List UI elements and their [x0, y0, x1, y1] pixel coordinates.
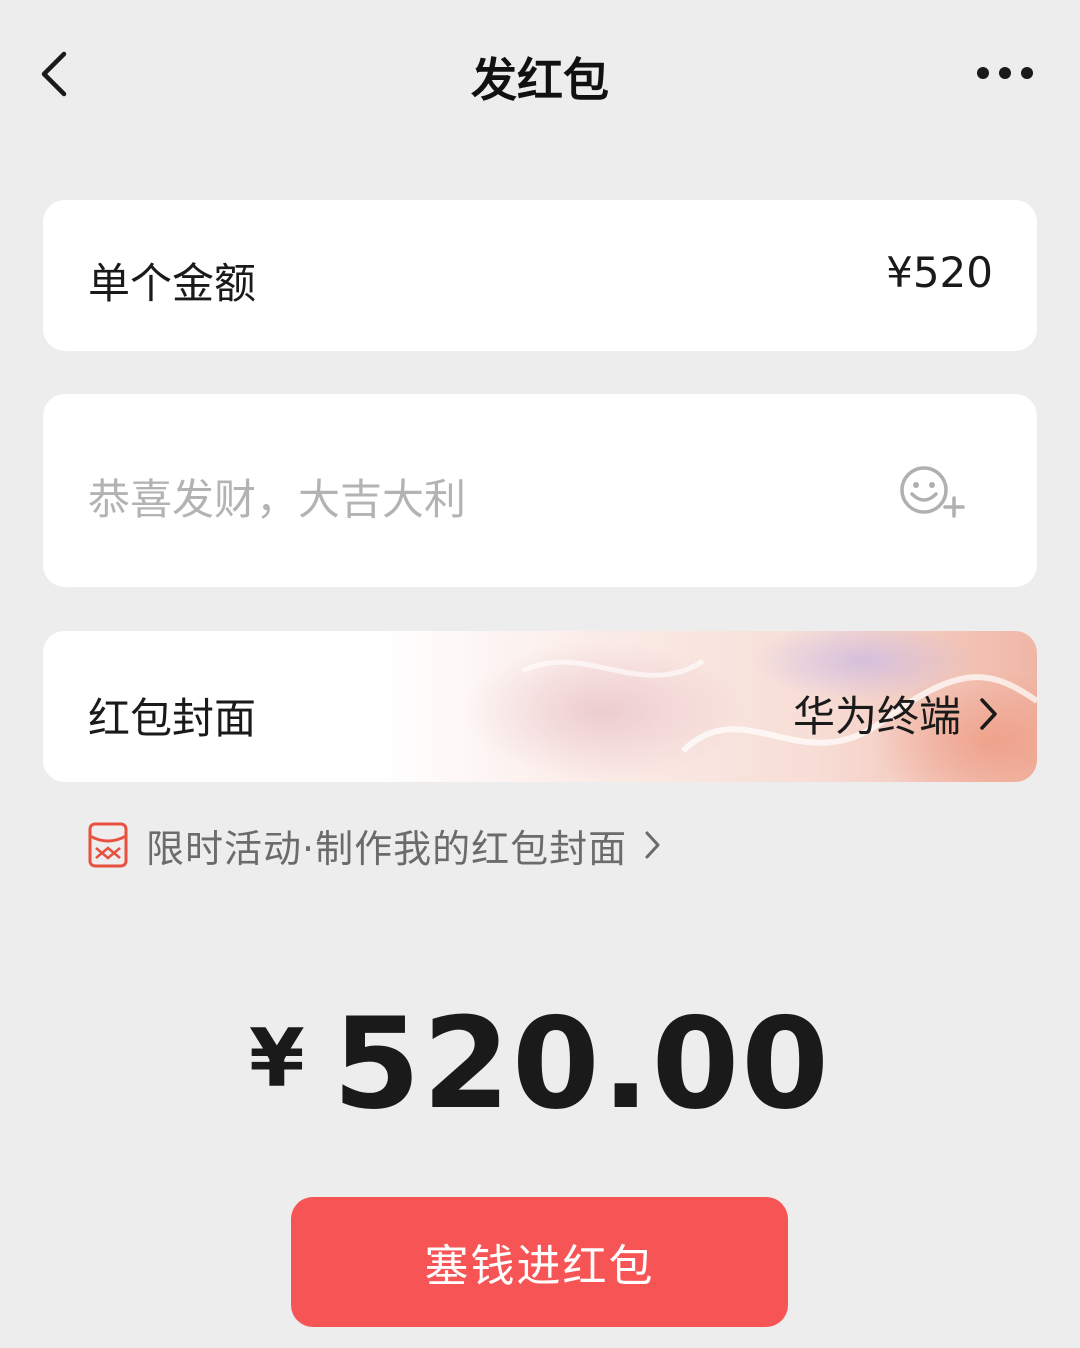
promo-text: 限时活动·制作我的红包封面	[146, 826, 628, 871]
promo-link[interactable]: 限时活动·制作我的红包封面	[88, 820, 663, 871]
emoji-button[interactable]	[898, 462, 970, 522]
top-bar: 发红包	[0, 0, 1080, 150]
emoji-add-icon	[900, 466, 965, 518]
more-dots-icon	[977, 67, 1033, 79]
send-red-packet-page: 发红包 单个金额 ¥520 恭喜发财，大吉大利 红包封面 华为终端 限时活动·制…	[0, 0, 1080, 1348]
total-amount: ¥ 520.00	[0, 990, 1080, 1137]
more-button[interactable]	[972, 56, 1038, 90]
page-title: 发红包	[471, 53, 609, 107]
total-currency: ¥	[249, 1012, 305, 1105]
amount-label: 单个金额	[88, 259, 257, 308]
red-envelope-icon	[88, 822, 128, 868]
chevron-right-icon	[980, 697, 997, 730]
chevron-right-icon	[645, 831, 660, 859]
amount-card[interactable]: 单个金额 ¥520	[43, 200, 1037, 351]
submit-button[interactable]: 塞钱进红包	[291, 1197, 788, 1327]
cover-selector[interactable]: 华为终端	[793, 683, 1001, 744]
message-card[interactable]: 恭喜发财，大吉大利	[43, 394, 1037, 587]
amount-input[interactable]: ¥520	[886, 248, 993, 297]
cover-label: 红包封面	[88, 694, 257, 743]
message-input[interactable]: 恭喜发财，大吉大利	[88, 466, 466, 527]
total-value: 520.00	[332, 990, 831, 1137]
cover-card[interactable]: 红包封面 华为终端	[43, 631, 1037, 782]
cover-selected-name: 华为终端	[792, 692, 961, 741]
